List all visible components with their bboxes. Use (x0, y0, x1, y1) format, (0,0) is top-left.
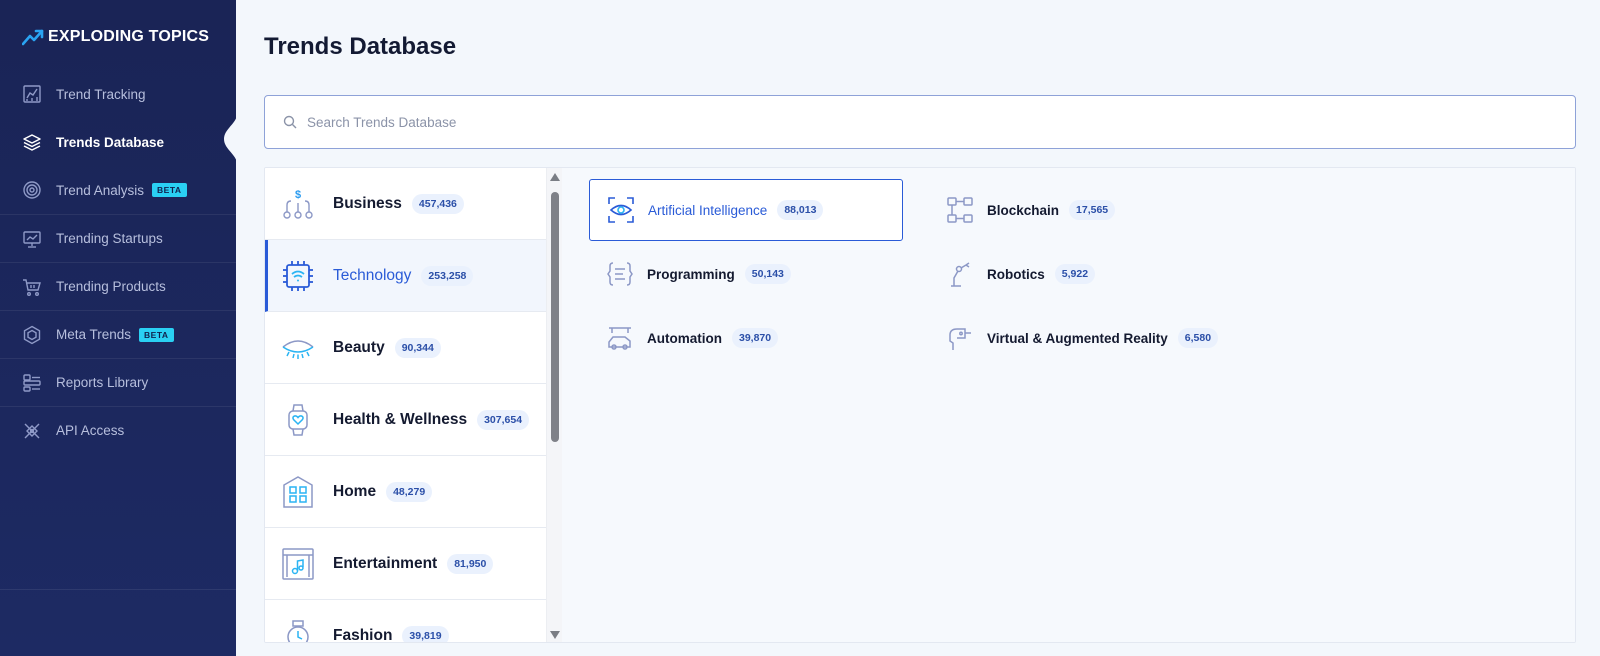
category-scrollbar[interactable] (546, 168, 562, 642)
subcategory-name: Robotics (987, 266, 1045, 282)
category-count: 39,819 (402, 625, 449, 642)
search-bar[interactable] (264, 95, 1576, 149)
sidebar-item-trends-database[interactable]: Trends Database (0, 118, 236, 166)
category-count: 48,279 (386, 481, 433, 502)
subcategory-artificial-intelligence[interactable]: Artificial Intelligence 88,013 (589, 179, 903, 241)
category-count: 253,258 (421, 265, 474, 286)
category-name: Home (333, 482, 377, 500)
subcategory-name: Blockchain (987, 202, 1060, 218)
sidebar-item-reports-library[interactable]: Reports Library (0, 358, 236, 406)
category-name: Fashion (333, 626, 393, 643)
sidebar-item-label: Trends Database (56, 134, 165, 150)
sidebar-item-label: Reports Library (56, 375, 149, 390)
subcategory-name: Virtual & Augmented Reality (987, 330, 1168, 346)
blockchain-icon (947, 197, 973, 223)
business-icon: $ (283, 189, 313, 219)
category-name: Business (333, 194, 402, 212)
trend-tracking-icon (22, 84, 42, 104)
beta-badge: BETA (152, 183, 187, 197)
car-automation-icon (608, 327, 631, 350)
code-brackets-icon (607, 262, 633, 286)
page-title: Trends Database (264, 33, 457, 60)
subcategory-count: 88,013 (777, 200, 824, 220)
theater-icon (282, 547, 314, 580)
subcategory-blockchain[interactable]: Blockchain 17,565 (929, 179, 1243, 241)
smartwatch-heart-icon (288, 403, 308, 436)
sidebar-item-trend-tracking[interactable]: Trend Tracking (0, 70, 236, 118)
sidebar-item-label: Meta Trends (56, 327, 132, 342)
reports-icon (22, 373, 42, 393)
subcategory-count: 17,565 (1069, 200, 1116, 220)
sidebar-item-label: API Access (56, 423, 125, 438)
sidebar-item-trending-startups[interactable]: Trending Startups (0, 214, 236, 262)
subcategory-robotics[interactable]: Robotics 5,922 (929, 243, 1243, 305)
database-panel: $ Business 457,436 Technology 253,258 Be… (264, 167, 1576, 643)
vr-headset-icon (949, 328, 971, 350)
layers-icon (22, 132, 42, 152)
category-name: Health & Wellness (333, 410, 468, 428)
subcategory-programming[interactable]: Programming 50,143 (589, 243, 903, 305)
sidebar-nav: Trend Tracking Trends Database Trend Ana… (0, 70, 236, 454)
category-count: 457,436 (411, 193, 464, 214)
category-technology[interactable]: Technology 253,258 (265, 240, 546, 312)
cart-icon (22, 277, 42, 297)
category-health-wellness[interactable]: Health & Wellness 307,654 (265, 384, 546, 456)
chip-icon (283, 260, 313, 291)
sidebar-item-trend-analysis[interactable]: Trend Analysis BETA (0, 166, 236, 214)
category-name: Beauty (333, 338, 385, 356)
subcategory-count: 39,870 (732, 328, 779, 348)
search-input[interactable] (307, 114, 1507, 130)
category-list: $ Business 457,436 Technology 253,258 Be… (265, 168, 546, 643)
subcategory-count: 50,143 (744, 264, 791, 284)
category-business[interactable]: $ Business 457,436 (265, 168, 546, 240)
subcategory-automation[interactable]: Automation 39,870 (589, 307, 903, 369)
category-name: Entertainment (333, 554, 438, 572)
subcategory-name: Programming (647, 266, 735, 282)
sidebar-item-label: Trend Tracking (56, 86, 146, 102)
logo-text: EXPLODING TOPICS (48, 28, 210, 45)
target-icon (22, 180, 42, 200)
sidebar-item-label: Trending Products (56, 279, 166, 294)
svg-text:$: $ (295, 189, 301, 201)
category-name: Technology (333, 266, 412, 284)
sidebar: EXPLODING TOPICS Trend Tracking Trends D… (0, 0, 238, 656)
building-icon (283, 475, 313, 508)
category-fashion[interactable]: Fashion 39,819 (265, 600, 546, 643)
scrollbar-thumb[interactable] (551, 192, 559, 442)
eyelash-icon (282, 339, 314, 359)
scroll-down-arrow-icon[interactable] (550, 631, 560, 639)
search-icon (283, 115, 297, 129)
api-icon (22, 421, 42, 441)
sidebar-item-meta-trends[interactable]: Meta Trends BETA (0, 310, 236, 358)
logo-trend-icon (22, 29, 44, 46)
hexagon-icon (22, 325, 42, 345)
sidebar-item-trending-products[interactable]: Trending Products (0, 262, 236, 310)
category-count: 81,950 (447, 553, 494, 574)
sidebar-item-label: Trend Analysis (56, 182, 145, 198)
scroll-up-arrow-icon[interactable] (550, 173, 560, 181)
watch-icon (287, 619, 309, 642)
subcategory-count: 6,580 (1177, 328, 1219, 348)
category-count: 307,654 (477, 409, 530, 430)
eye-scan-icon (608, 197, 634, 223)
logo[interactable]: EXPLODING TOPICS (22, 28, 209, 46)
sidebar-item-api-access[interactable]: API Access (0, 406, 236, 454)
category-beauty[interactable]: Beauty 90,344 (265, 312, 546, 384)
presentation-chart-icon (22, 229, 42, 249)
sidebar-item-label: Trending Startups (56, 231, 163, 246)
subcategory-virtual-augmented-reality[interactable]: Virtual & Augmented Reality 6,580 (929, 307, 1243, 369)
beta-badge: BETA (139, 327, 174, 342)
category-count: 90,344 (394, 337, 441, 358)
subcategory-name: Artificial Intelligence (648, 202, 768, 218)
category-home[interactable]: Home 48,279 (265, 456, 546, 528)
category-entertainment[interactable]: Entertainment 81,950 (265, 528, 546, 600)
main-content: Trends Database $ Business 457,436 (236, 0, 1600, 656)
robot-arm-icon (951, 262, 970, 287)
subcategory-name: Automation (647, 330, 722, 346)
subcategory-grid: Artificial Intelligence 88,013 Blockchai… (562, 168, 1575, 642)
subcategory-count: 5,922 (1054, 264, 1096, 284)
